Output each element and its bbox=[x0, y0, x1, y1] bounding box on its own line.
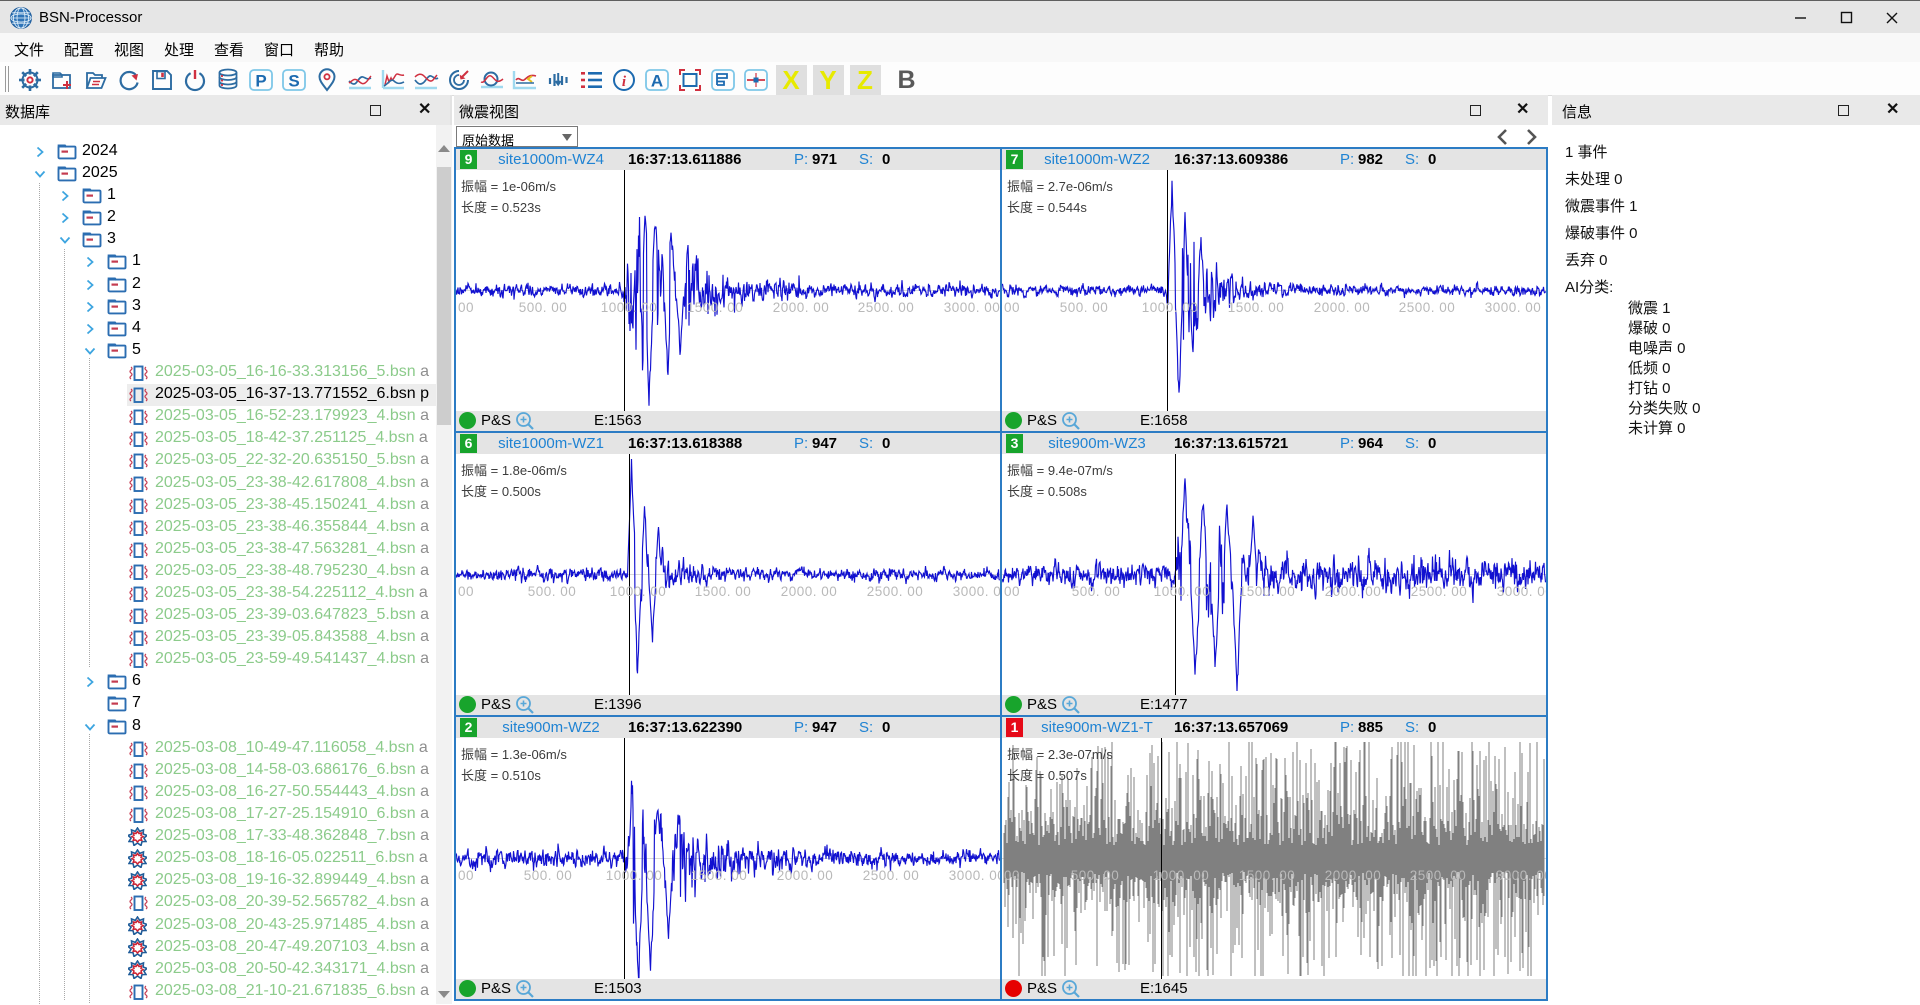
svg-text:P: P bbox=[255, 72, 266, 91]
svg-text:A: A bbox=[651, 72, 663, 91]
svg-text:i: i bbox=[622, 74, 627, 90]
svg-text:S: S bbox=[288, 72, 299, 91]
